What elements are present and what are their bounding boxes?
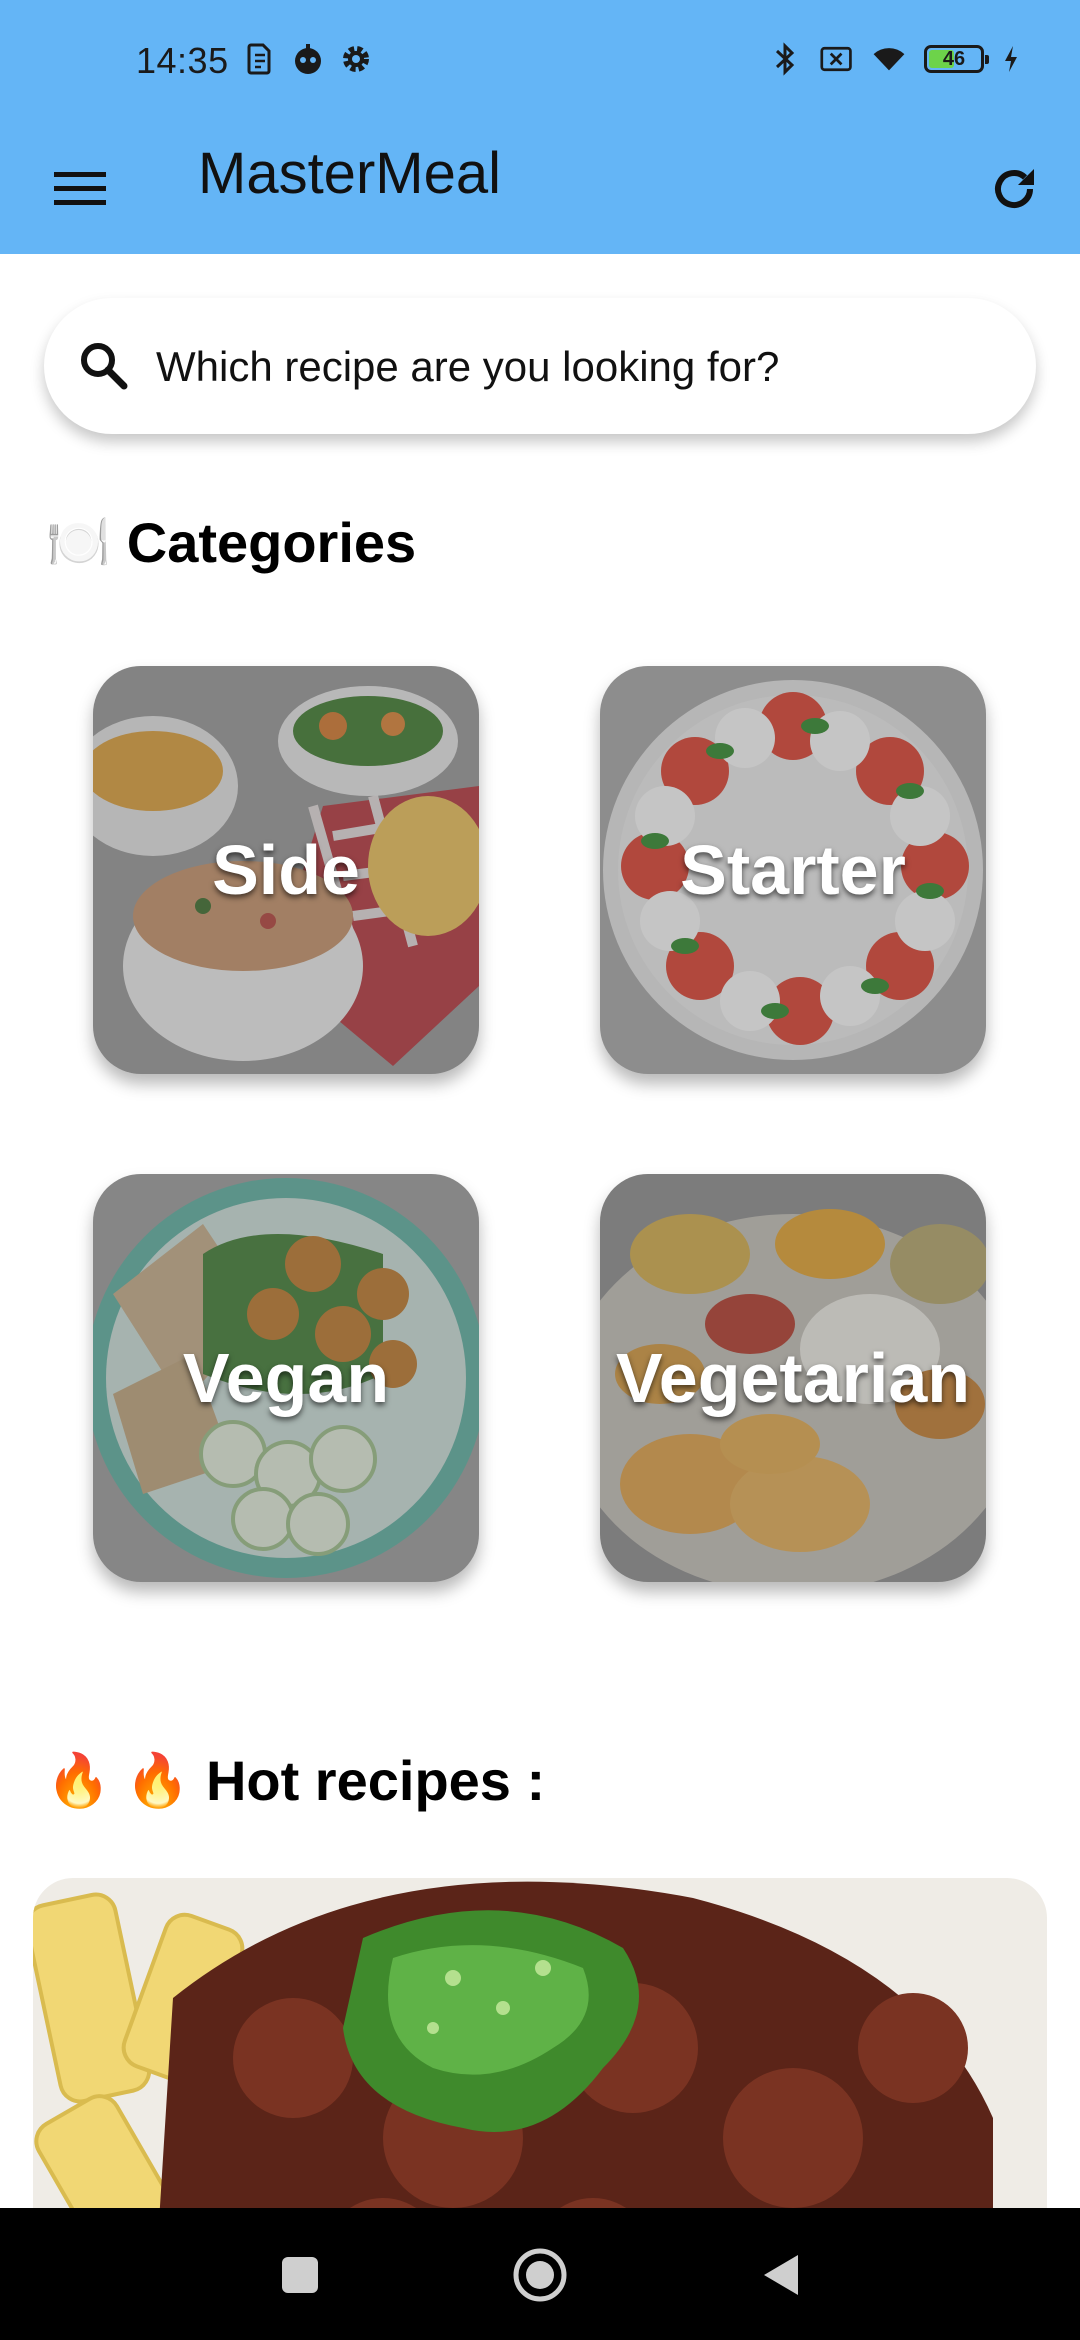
categories-heading: 🍽️ Categories <box>46 510 416 575</box>
category-label-vegan: Vegan <box>182 1339 390 1417</box>
system-nav-bar <box>0 2208 1080 2340</box>
status-bar: 14:35 46 <box>0 0 1080 125</box>
gear-icon <box>339 42 373 76</box>
app-bar <box>0 125 1080 254</box>
search-bar[interactable] <box>44 298 1036 434</box>
categories-title: Categories <box>126 511 417 574</box>
sim-off-icon <box>820 42 854 76</box>
charging-icon <box>1002 42 1020 76</box>
back-icon <box>764 2255 798 2295</box>
category-card-vegetarian[interactable]: Vegetarian <box>600 1174 986 1582</box>
bluetooth-icon <box>768 42 802 76</box>
category-card-vegan[interactable]: Vegan <box>93 1174 479 1582</box>
refresh-button[interactable] <box>982 157 1046 221</box>
search-input[interactable] <box>154 328 1018 406</box>
battery-icon: 46 <box>924 45 989 73</box>
category-card-starter[interactable]: Starter <box>600 666 986 1074</box>
hot-recipes-heading: 🔥 🔥 Hot recipes : <box>46 1748 545 1813</box>
category-label-starter: Starter <box>680 831 906 909</box>
back-button[interactable] <box>745 2240 815 2310</box>
status-time: 14:35 <box>136 40 229 81</box>
top-bar: 14:35 46 <box>0 0 1080 254</box>
category-label-vegetarian: Vegetarian <box>615 1339 971 1417</box>
app-title: MasterMeal <box>198 141 501 206</box>
sim-icon <box>243 42 277 76</box>
battery-level: 46 <box>942 47 966 70</box>
menu-button[interactable] <box>48 157 112 221</box>
recent-apps-icon <box>282 2257 318 2293</box>
menu-icon <box>54 172 106 205</box>
category-card-side[interactable]: Side <box>93 666 479 1074</box>
recent-apps-button[interactable] <box>265 2240 335 2310</box>
home-icon <box>513 2248 567 2302</box>
hot-recipes-title: Hot recipes : <box>205 1749 546 1812</box>
plate-icon: 🍽️ <box>46 514 111 572</box>
refresh-icon <box>995 169 1034 208</box>
category-label-side: Side <box>212 831 360 909</box>
search-icon <box>81 343 128 390</box>
robot-icon <box>291 42 325 76</box>
wifi-icon <box>872 42 906 76</box>
fire-icon: 🔥 🔥 <box>46 1752 190 1810</box>
home-button[interactable] <box>505 2240 575 2310</box>
